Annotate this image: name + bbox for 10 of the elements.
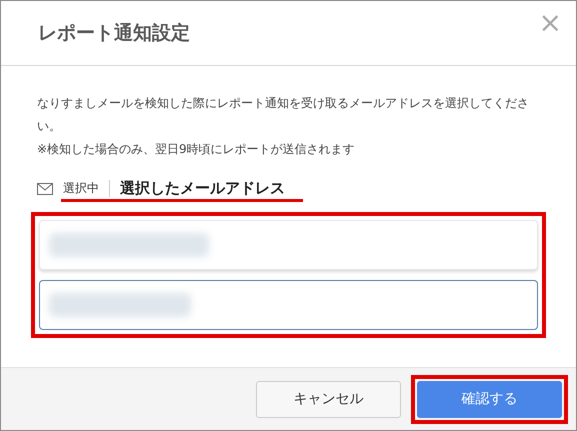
dialog-title: レポート通知設定 — [38, 21, 190, 46]
section-heading: 選択したメールアドレス — [120, 179, 285, 198]
close-button[interactable]: × — [538, 9, 562, 37]
confirm-button[interactable]: 確認する — [417, 380, 562, 418]
description-text: なりすましメールを検知した際にレポート通知を受け取るメールアドレスを選択してください。 — [37, 95, 530, 135]
cancel-button[interactable]: キャンセル — [256, 380, 401, 418]
description-text: ※検知した場合のみ、翌日9時頃にレポートが送信されます — [37, 141, 356, 158]
mail-icon — [37, 182, 53, 194]
selection-status: 選択中 — [63, 180, 110, 197]
email-option[interactable] — [39, 280, 538, 330]
